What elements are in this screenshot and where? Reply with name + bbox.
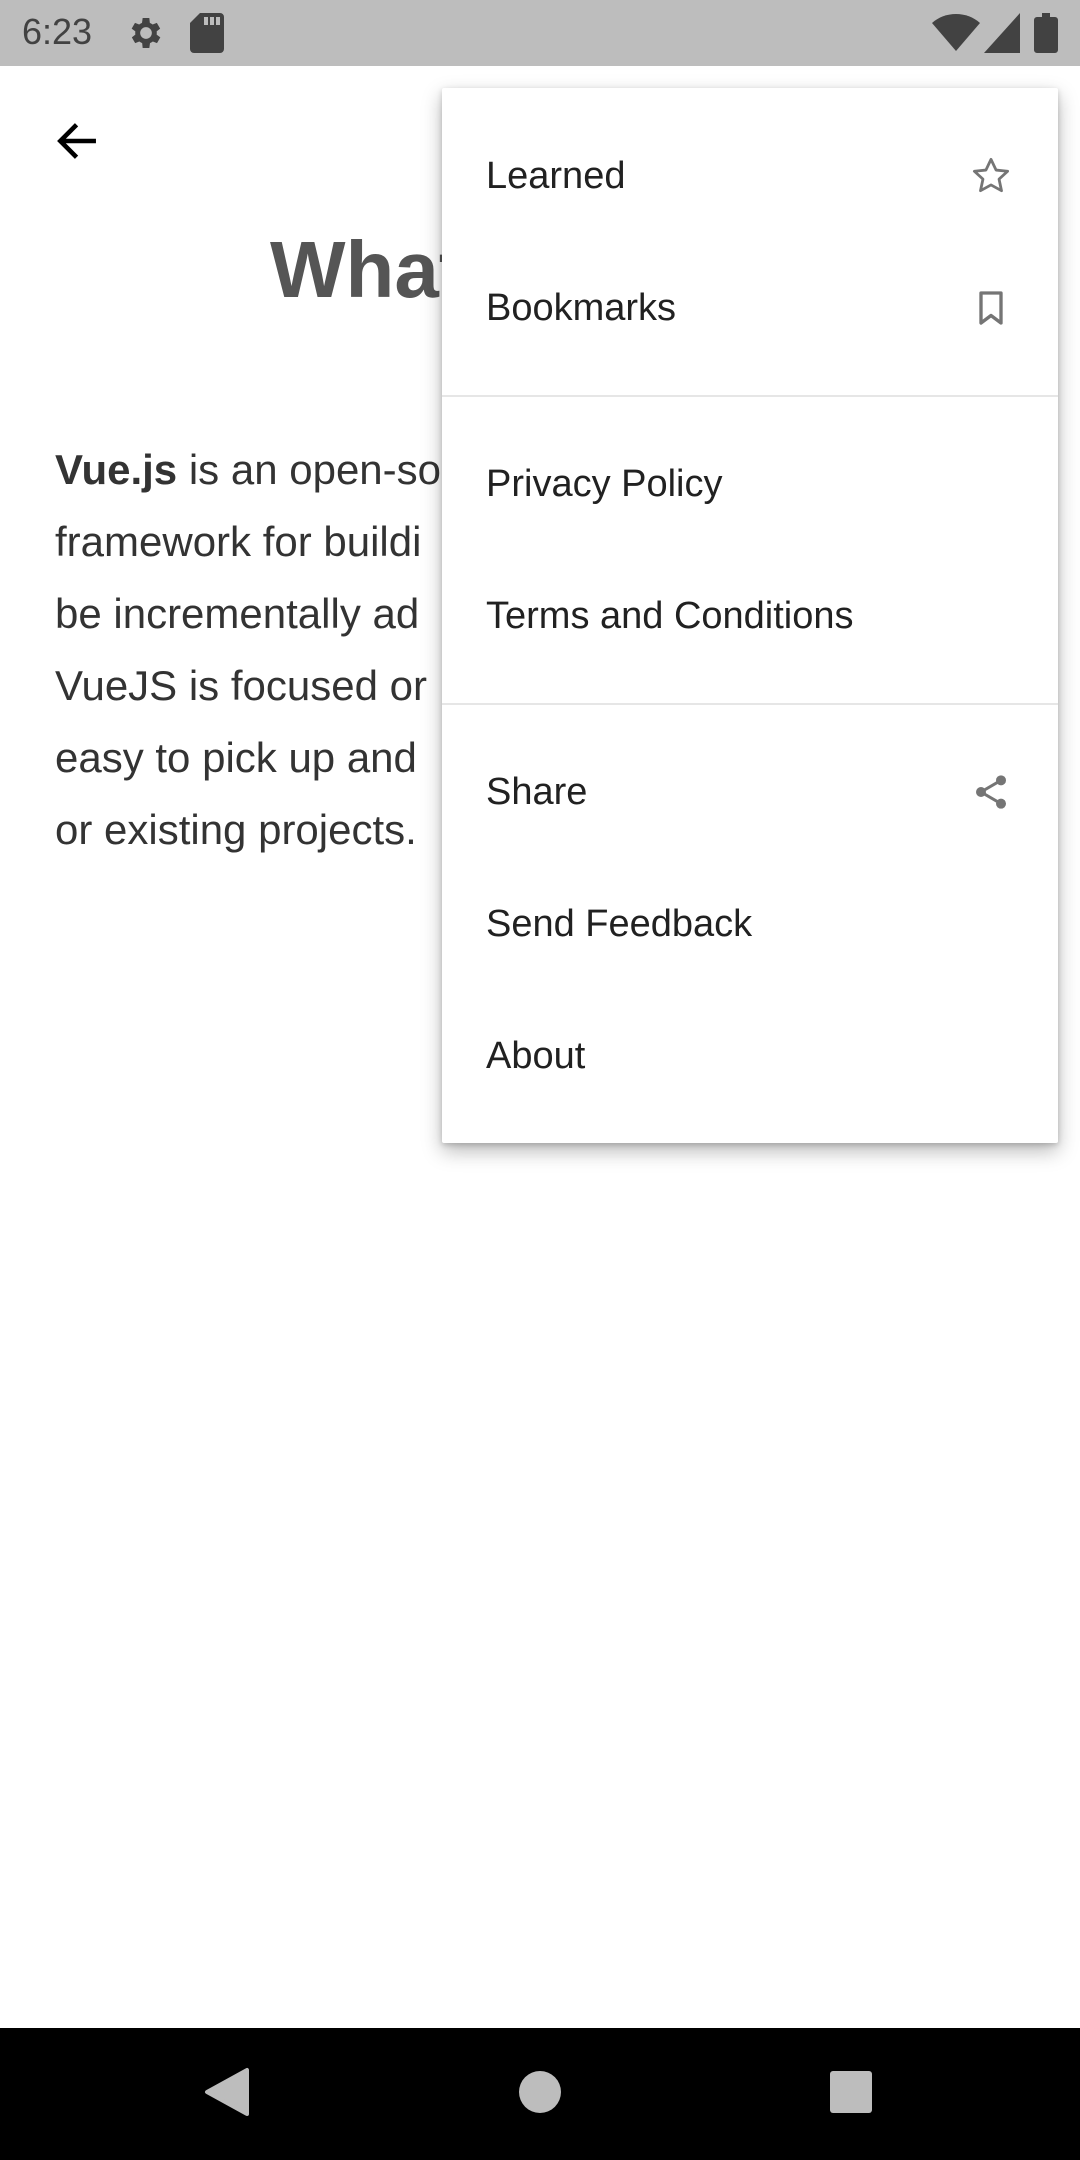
menu-item-label: Bookmarks: [486, 286, 677, 329]
menu-divider: [442, 703, 1058, 705]
bookmark-outline-icon: [968, 285, 1014, 331]
arrow-left-icon: [52, 116, 102, 171]
nav-home-button[interactable]: [504, 2058, 576, 2130]
wifi-icon: [932, 13, 980, 53]
overflow-menu: Learned Bookmarks Privacy Policy Terms a…: [442, 88, 1058, 1143]
nav-back-button[interactable]: [190, 2058, 262, 2130]
menu-item-label: Privacy Policy: [486, 462, 723, 505]
settings-icon: [126, 13, 166, 53]
menu-item-send-feedback[interactable]: Send Feedback: [442, 858, 1058, 990]
sd-card-icon: [190, 13, 224, 53]
back-triangle-icon: [203, 2067, 249, 2122]
menu-item-label: Terms and Conditions: [486, 594, 854, 637]
nav-recents-button[interactable]: [815, 2058, 887, 2130]
menu-item-learned[interactable]: Learned: [442, 110, 1058, 242]
menu-item-terms-and-conditions[interactable]: Terms and Conditions: [442, 550, 1058, 682]
menu-item-label: Learned: [486, 154, 626, 197]
star-outline-icon: [968, 153, 1014, 199]
menu-item-bookmarks[interactable]: Bookmarks: [442, 242, 1058, 374]
menu-item-label: Send Feedback: [486, 902, 753, 945]
page-title: What: [270, 225, 466, 314]
menu-divider: [442, 395, 1058, 397]
share-icon: [968, 769, 1014, 815]
menu-item-share[interactable]: Share: [442, 726, 1058, 858]
menu-item-about[interactable]: About: [442, 990, 1058, 1122]
menu-item-label: Share: [486, 770, 588, 813]
menu-item-label: About: [486, 1034, 586, 1077]
battery-icon: [1034, 13, 1058, 53]
home-circle-icon: [518, 2070, 562, 2119]
status-time: 6:23: [22, 11, 93, 52]
menu-item-privacy-policy[interactable]: Privacy Policy: [442, 418, 1058, 550]
navigation-bar: [0, 2028, 1080, 2160]
status-bar: 6:23: [0, 0, 1080, 66]
recents-square-icon: [829, 2070, 873, 2119]
signal-icon: [984, 13, 1020, 53]
screen: 6:23 What Vue.js is an open-so framework…: [0, 0, 1080, 2160]
back-button[interactable]: [40, 110, 114, 176]
